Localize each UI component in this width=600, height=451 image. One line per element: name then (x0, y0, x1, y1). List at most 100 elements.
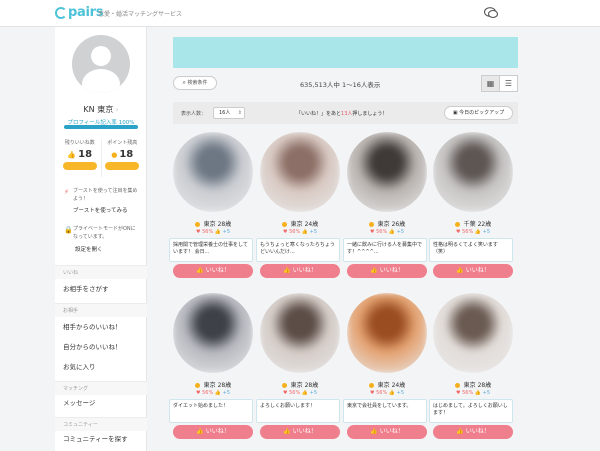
profile-card[interactable]: 千葉 22歳 ♥ 56% 👍 +5 性格は明るくてよく笑います（笑） 👍 いいね… (429, 132, 513, 286)
profile-comment: もうちょっと寒くなったらちょうどいいんだけ... (256, 238, 340, 262)
private-mode-info: 🔒 プライベートモードがONになっています。 (64, 225, 140, 241)
heart-icon: ♥ (370, 390, 375, 396)
online-status-icon (194, 222, 200, 227)
profile-photo-image (433, 132, 513, 212)
profile-photo-image (173, 293, 253, 373)
profile-info: 千葉 22歳 (433, 219, 513, 228)
match-rate: 56% (289, 229, 301, 235)
profile-photo[interactable] (347, 293, 427, 373)
profile-card[interactable]: 東京 28歳 ♥ 56% 👍 +5 ダイエット始めました！ 👍 いいね！ (169, 293, 253, 447)
likes-buy-button[interactable] (62, 162, 97, 170)
profile-age: 26歳 (391, 221, 406, 228)
profile-card[interactable]: 東京 24歳 ♥ 56% 👍 +5 もうちょっと寒くなったらちょうどいいんだけ.… (256, 132, 340, 286)
match-rate: 56% (376, 390, 388, 396)
profile-card[interactable]: 東京 26歳 ♥ 56% 👍 +5 一緒に飲みに行ける人を募集中です！^^^^.… (343, 132, 427, 286)
menu-favorites[interactable]: お気に入り (55, 357, 147, 377)
profile-photo[interactable] (433, 293, 513, 373)
thumbs-up-icon: 👍 (283, 428, 291, 435)
profile-card[interactable]: 東京 28歳 ♥ 56% 👍 +5 採用関で管理栄養士の仕事をしています！ 会日… (169, 132, 253, 286)
display-count-select[interactable]: 16人 ⇕ (213, 107, 245, 119)
todays-pickup-label: 今日のピックアップ (459, 110, 505, 116)
profile-comment: 東京で会社員をしています。 (343, 399, 427, 423)
likes-remaining-label: 残りいいね数 (64, 140, 95, 146)
like-button[interactable]: 👍 いいね！ (433, 264, 513, 278)
like-button-label: いいね！ (292, 267, 317, 274)
like-button[interactable]: 👍 いいね！ (347, 425, 427, 439)
points-balance-value: 18 (119, 149, 134, 160)
pairs-logo[interactable]: pairs (55, 5, 103, 20)
chat-icon[interactable] (484, 7, 498, 19)
username[interactable]: KN 東京 › (55, 104, 147, 115)
updown-icon: ⇕ (237, 110, 242, 116)
profile-progress-bar (64, 125, 138, 129)
profile-photo-image (260, 132, 340, 212)
search-icon: ⌕ (182, 79, 186, 86)
profile-photo[interactable] (433, 132, 513, 212)
result-count: 635,513人中 1〜16人表示 (300, 81, 381, 89)
avatar[interactable] (72, 35, 130, 93)
profile-photo[interactable] (347, 132, 427, 212)
profile-card[interactable]: 東京 28歳 ♥ 56% 👍 +5 はじめまして。よろしくお願いします！ 👍 い… (429, 293, 513, 447)
thumbs-up-icon: 👍 (67, 151, 77, 159)
thumbs-up-small-icon: 👍 (301, 229, 309, 235)
menu-likes-mine[interactable]: 自分からのいいね！ (55, 337, 147, 357)
promo-banner[interactable] (173, 37, 518, 68)
search-conditions-label: 検索条件 (187, 80, 208, 86)
profile-comment: はじめまして。よろしくお願いします！ (429, 399, 513, 423)
heart-icon: ♥ (370, 229, 375, 235)
profile-age: 28歳 (217, 382, 232, 389)
profile-photo[interactable] (260, 132, 340, 212)
display-count-label: 表示人数： (181, 111, 207, 117)
like-button[interactable]: 👍 いいね！ (347, 264, 427, 278)
heart-icon: ♥ (456, 229, 461, 235)
list-view-icon[interactable]: ☰ (500, 75, 518, 92)
app-header: pairs 恋愛・婚活マッチングサービス (0, 0, 600, 27)
like-button[interactable]: 👍 いいね！ (260, 425, 340, 439)
profile-info: 東京 24歳 (260, 219, 340, 228)
match-rate: 56% (202, 390, 214, 396)
profile-photo[interactable] (260, 293, 340, 373)
profile-age: 24歳 (304, 221, 319, 228)
like-count: +5 (482, 229, 490, 235)
search-conditions-button[interactable]: ⌕ 検索条件 (173, 76, 217, 90)
menu-search-partner[interactable]: お相手をさがす (55, 279, 147, 299)
menu-messages[interactable]: メッセージ (55, 393, 147, 413)
boost-info: ⚡ ブーストを使って注目を集めよう！ (64, 187, 140, 203)
profile-location: 東京 (203, 382, 216, 389)
thumbs-up-small-icon: 👍 (388, 390, 396, 396)
profile-photo[interactable] (173, 293, 253, 373)
section-partner-header: お相手 (55, 303, 147, 317)
profile-age: 28歳 (304, 382, 319, 389)
grid-view-icon[interactable]: ▦ (481, 75, 500, 92)
profile-card[interactable]: 東京 24歳 ♥ 56% 👍 +5 東京で会社員をしています。 👍 いいね！ (343, 293, 427, 447)
profile-location: 千葉 (463, 221, 476, 228)
profile-photo-image (347, 293, 427, 373)
online-status-icon (281, 383, 287, 388)
like-button[interactable]: 👍 いいね！ (260, 264, 340, 278)
username-text: KN 東京 (83, 105, 114, 114)
menu-likes-from[interactable]: 相手からのいいね！ (55, 317, 147, 337)
settings-link[interactable]: 設定を開く (75, 245, 103, 253)
menu-communities[interactable]: コミュニティーを探す (55, 429, 147, 449)
profile-location: 東京 (203, 221, 216, 228)
profile-meta: ♥ 56% 👍 +5 (433, 229, 513, 235)
boost-link[interactable]: ブーストを使ってみる (73, 206, 127, 214)
thumbs-up-icon: 👍 (456, 428, 464, 435)
profile-info: 東京 26歳 (347, 219, 427, 228)
like-button[interactable]: 👍 いいね！ (433, 425, 513, 439)
points-buy-button[interactable] (105, 162, 140, 170)
todays-pickup-button[interactable]: ▣ 今日のピックアップ (444, 106, 513, 120)
profile-photo[interactable] (173, 132, 253, 212)
thumbs-up-small-icon: 👍 (388, 229, 396, 235)
like-button[interactable]: 👍 いいね！ (173, 425, 253, 439)
profile-age: 28歳 (477, 382, 492, 389)
thumbs-up-icon: 👍 (196, 267, 204, 274)
online-status-icon (368, 222, 374, 227)
heart-icon: ♥ (196, 390, 201, 396)
online-status-icon (368, 383, 374, 388)
coin-icon: ● (111, 151, 118, 159)
boost-text: ブーストを使って注目を集めよう！ (73, 188, 138, 202)
profile-card[interactable]: 東京 28歳 ♥ 56% 👍 +5 よろしくお願いします！ 👍 いいね！ (256, 293, 340, 447)
heart-icon: ♥ (456, 390, 461, 396)
like-button[interactable]: 👍 いいね！ (173, 264, 253, 278)
